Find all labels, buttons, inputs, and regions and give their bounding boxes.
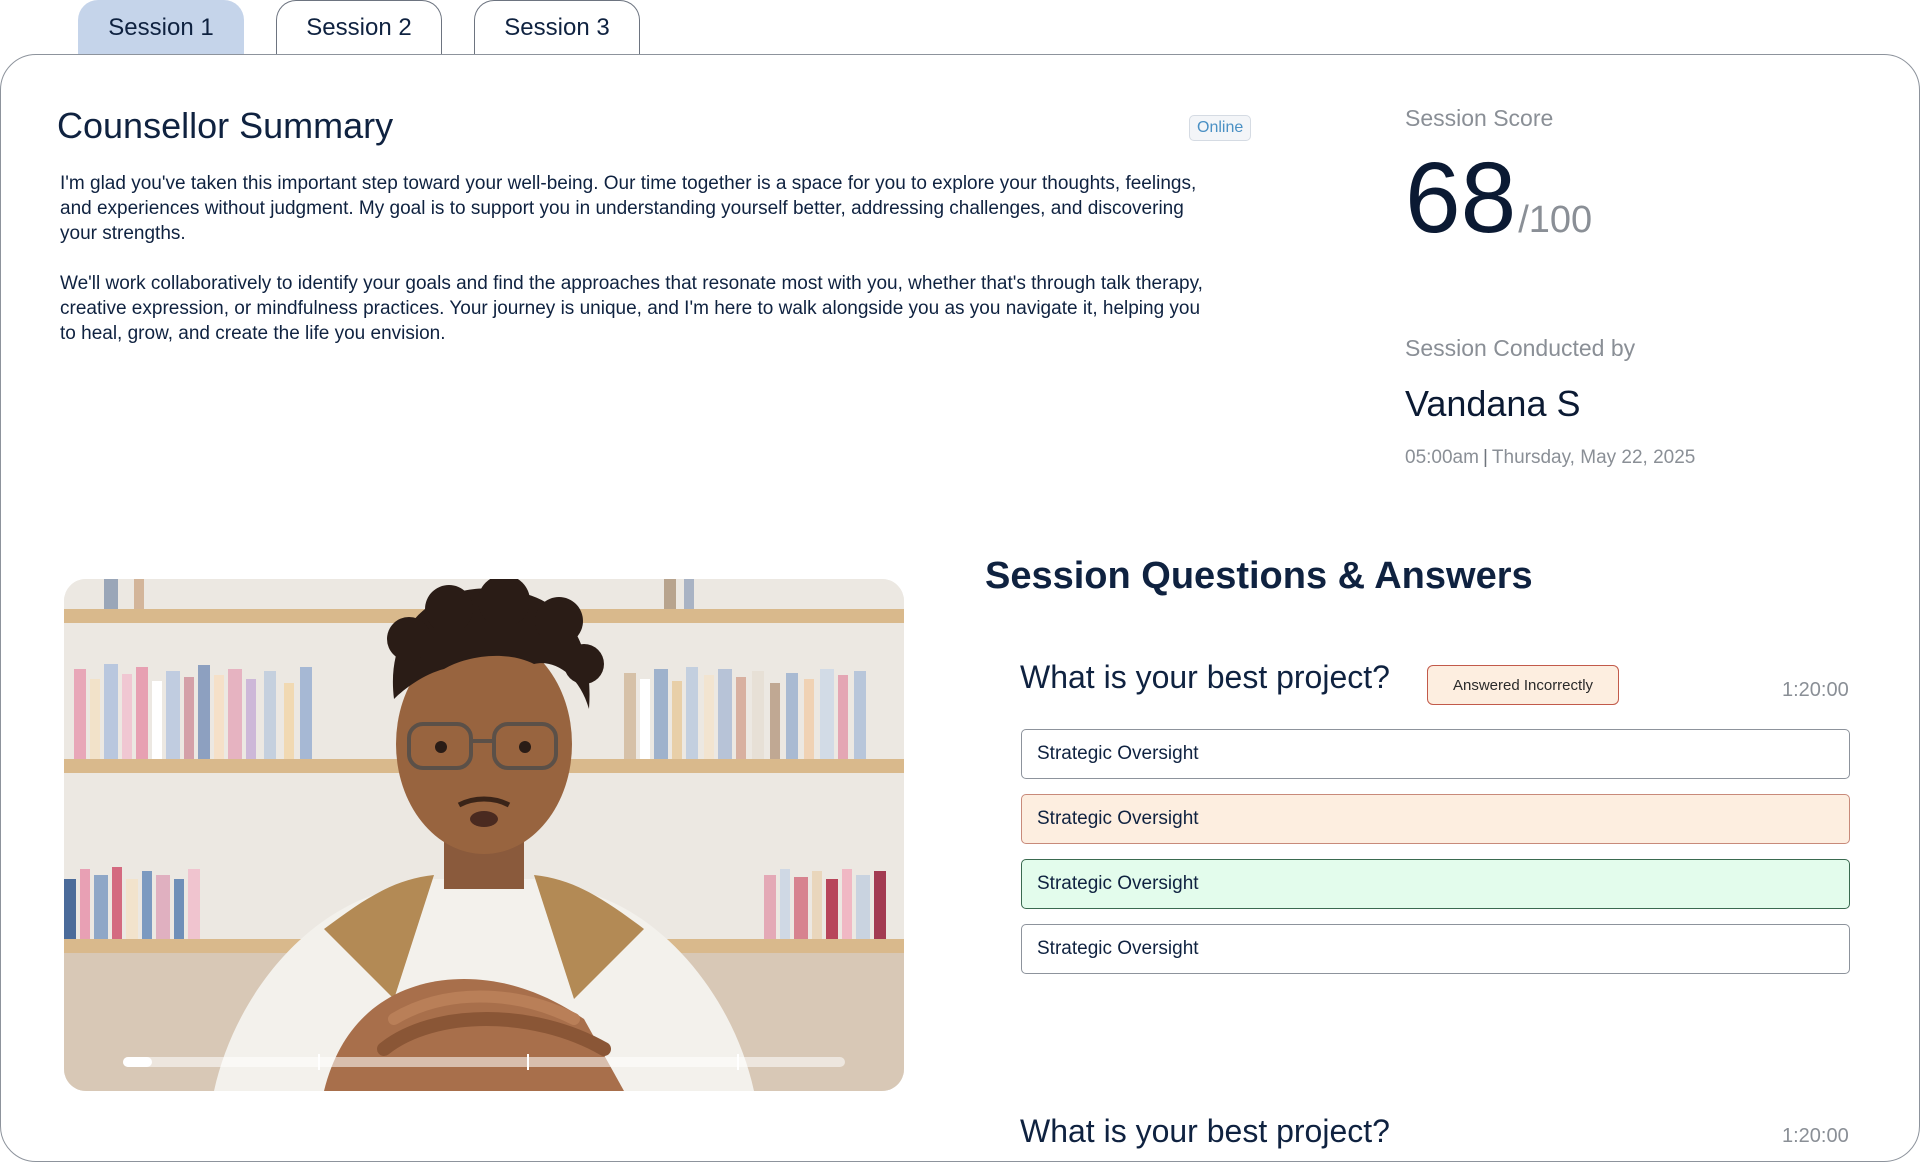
score-max: /100: [1518, 199, 1593, 241]
session-video-player[interactable]: [64, 579, 904, 1091]
question-text: What is your best project?: [1020, 1113, 1390, 1149]
datetime-separator: |: [1482, 447, 1488, 468]
summary-title: Counsellor Summary: [57, 105, 394, 146]
chapter-marker[interactable]: [527, 1054, 529, 1070]
answer-options: Strategic Oversight Strategic Oversight …: [1021, 729, 1850, 989]
summary-paragraph: I'm glad you've taken this important ste…: [60, 173, 1197, 244]
counsellor-name: Vandana S: [1405, 383, 1581, 424]
video-frame: [64, 579, 904, 1091]
session-score: 68 /100: [1405, 143, 1592, 253]
answer-option-correct[interactable]: Strategic Oversight: [1021, 859, 1850, 909]
session-date: Thursday, May 22, 2025: [1491, 447, 1696, 468]
session-tabs: Session 1 Session 2 Session 3: [78, 0, 640, 56]
answer-status-badge: Answered Incorrectly: [1427, 665, 1619, 705]
answer-option-incorrect[interactable]: Strategic Oversight: [1021, 794, 1850, 844]
answer-option[interactable]: Strategic Oversight: [1021, 924, 1850, 974]
tab-session-1[interactable]: Session 1: [78, 0, 244, 54]
score-label: Session Score: [1405, 105, 1554, 131]
question-timestamp[interactable]: 1:20:00: [1782, 1125, 1849, 1148]
answer-option[interactable]: Strategic Oversight: [1021, 729, 1850, 779]
session-datetime: 05:00am | Thursday, May 22, 2025: [1405, 447, 1695, 469]
qa-section-title: Session Questions & Answers: [985, 555, 1533, 597]
tab-session-3[interactable]: Session 3: [474, 0, 640, 54]
question-text: What is your best project?: [1020, 659, 1390, 695]
summary-body: I'm glad you've taken this important ste…: [60, 171, 1220, 371]
video-progress-fill: [123, 1057, 152, 1067]
session-card: Counsellor Summary Online I'm glad you'v…: [0, 54, 1920, 1162]
tab-session-2[interactable]: Session 2: [276, 0, 442, 54]
chapter-marker[interactable]: [737, 1054, 739, 1070]
chapter-marker[interactable]: [318, 1054, 320, 1070]
video-progress-bar[interactable]: [123, 1054, 845, 1070]
summary-paragraph: We'll work collaboratively to identify y…: [60, 273, 1203, 344]
mode-badge: Online: [1189, 115, 1252, 141]
question-timestamp[interactable]: 1:20:00: [1782, 679, 1849, 702]
score-value: 68: [1405, 142, 1517, 254]
session-time: 05:00am: [1405, 447, 1479, 468]
conducted-label: Session Conducted by: [1405, 335, 1636, 361]
